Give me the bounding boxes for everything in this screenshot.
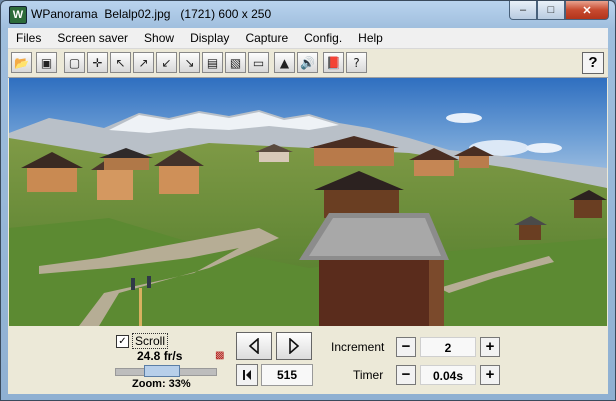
book-icon: 📕 <box>326 55 341 70</box>
close-button[interactable]: ✕ <box>565 1 609 20</box>
cloud <box>526 143 562 153</box>
arrow-diagonal-in-icon: ↙ <box>161 55 172 70</box>
help-button[interactable]: ? <box>582 52 604 74</box>
menu-files[interactable]: Files <box>8 28 49 48</box>
control-panel: ✓ Scroll 24.8 fr/s ▩ Zoom: 33% 515 Incre… <box>8 328 608 394</box>
picture-button[interactable]: ▣ <box>36 52 57 73</box>
book-button[interactable]: 📕 <box>323 52 344 73</box>
caption-buttons: – □ ✕ <box>509 1 609 20</box>
increment-label: Increment <box>331 340 385 354</box>
arrow-diagonal-in-button[interactable]: ↙ <box>156 52 177 73</box>
window-title: WPanorama Belalp02.jpg (1721) 600 x 250 <box>31 7 272 21</box>
timer-label: Timer <box>353 368 384 382</box>
minimize-button[interactable]: – <box>509 1 537 20</box>
increment-plus-button[interactable]: + <box>480 337 500 357</box>
arrow-upleft-button[interactable]: ↖ <box>110 52 131 73</box>
panorama-image[interactable] <box>9 78 607 326</box>
position-readout: 515 <box>261 364 313 386</box>
scroll-checkbox[interactable]: ✓ <box>116 335 129 348</box>
cloud <box>446 113 482 123</box>
increment-value[interactable]: 2 <box>420 337 476 357</box>
skip-back-icon <box>243 370 251 380</box>
sound-icon: 🔊 <box>300 55 315 70</box>
menu-screen-saver[interactable]: Screen saver <box>49 28 136 48</box>
application-window: W WPanorama Belalp02.jpg (1721) 600 x 25… <box>0 0 616 401</box>
increment-minus-button[interactable]: − <box>396 337 416 357</box>
scroll-left-button[interactable] <box>236 332 272 360</box>
timer-minus-button[interactable]: − <box>396 365 416 385</box>
move-all-directions-icon: ✛ <box>92 55 103 70</box>
landscape-view-icon: ▧ <box>229 55 242 70</box>
timer-value[interactable]: 0.04s <box>420 365 476 385</box>
move-button[interactable]: ✛ <box>87 52 108 73</box>
app-icon[interactable]: W <box>9 6 27 24</box>
menu-config[interactable]: Config. <box>296 28 350 48</box>
triangle-left-icon <box>248 338 259 354</box>
help-document-icon: ? <box>353 55 360 70</box>
wide-view-icon: ▭ <box>252 55 265 70</box>
arrow-downright-icon: ↘ <box>184 55 195 70</box>
sound-button[interactable]: 🔊 <box>297 52 318 73</box>
fit-window-button[interactable]: ▢ <box>64 52 85 73</box>
timer-plus-button[interactable]: + <box>480 365 500 385</box>
arrow-downright-button[interactable]: ↘ <box>179 52 200 73</box>
horizon-icon: ▲ <box>279 55 290 70</box>
panorama-view-icon: ▤ <box>206 55 219 70</box>
client-area: Files Screen saver Show Display Capture … <box>8 28 608 394</box>
scroll-right-button[interactable] <box>276 332 312 360</box>
horizon-button[interactable]: ▲ <box>274 52 295 73</box>
speed-icon[interactable]: ▩ <box>215 350 224 361</box>
signpost <box>139 288 142 326</box>
zoom-readout: Zoom: 33% <box>132 378 191 390</box>
title-bar[interactable]: W WPanorama Belalp02.jpg (1721) 600 x 25… <box>1 1 615 28</box>
open-file-icon: 📂 <box>14 55 29 70</box>
triangle-right-icon <box>289 338 300 354</box>
hiker <box>147 276 151 288</box>
arrow-diagonal-out-button[interactable]: ↗ <box>133 52 154 73</box>
menu-show[interactable]: Show <box>136 28 182 48</box>
picture-icon: ▣ <box>40 55 53 70</box>
foreground-hut <box>299 213 449 326</box>
toolbar: 📂 ▣ ▢ ✛ ↖ ↗ ↙ ↘ ▤ ▧ ▭ ▲ 🔊 📕 ? ? <box>8 49 608 78</box>
zoom-slider-thumb[interactable] <box>144 365 180 377</box>
hiker <box>131 278 135 290</box>
help-document-button[interactable]: ? <box>346 52 367 73</box>
panorama-view-button[interactable]: ▤ <box>202 52 223 73</box>
scroll-label[interactable]: Scroll <box>132 333 169 349</box>
go-to-start-button[interactable] <box>236 364 258 386</box>
fit-window-icon: ▢ <box>68 55 81 70</box>
landscape-view-button[interactable]: ▧ <box>225 52 246 73</box>
menu-display[interactable]: Display <box>182 28 237 48</box>
maximize-button[interactable]: □ <box>537 1 565 20</box>
menu-help[interactable]: Help <box>350 28 391 48</box>
menu-bar: Files Screen saver Show Display Capture … <box>8 28 608 49</box>
menu-capture[interactable]: Capture <box>237 28 296 48</box>
wide-view-button[interactable]: ▭ <box>248 52 269 73</box>
fps-readout: 24.8 fr/s <box>137 349 183 363</box>
arrow-diagonal-out-icon: ↗ <box>138 55 149 70</box>
open-file-button[interactable]: 📂 <box>11 52 32 73</box>
arrow-upleft-icon: ↖ <box>115 55 126 70</box>
